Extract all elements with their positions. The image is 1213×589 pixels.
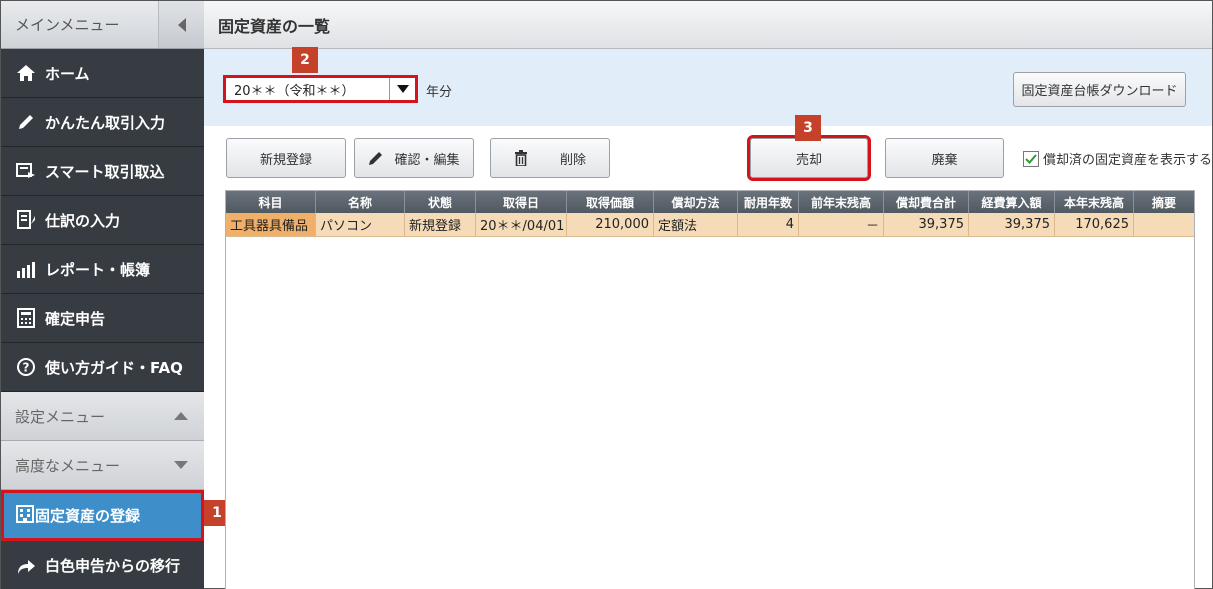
import-icon (15, 160, 37, 182)
column-header[interactable]: 名称 (316, 191, 405, 213)
building-icon (15, 504, 35, 528)
sidebar-item-reports[interactable]: レポート・帳簿 (1, 245, 204, 294)
cell-prev-balance: － (799, 213, 884, 236)
sidebar-item-journal[interactable]: 仕訳の入力 (1, 196, 204, 245)
cell-year-end-balance: 170,625 (1055, 213, 1134, 236)
chevron-down-icon (174, 461, 188, 469)
sidebar-item-tax-return[interactable]: 確定申告 (1, 294, 204, 343)
year-select-value: 20＊＊（令和＊＊） (234, 83, 355, 99)
sidebar-title: メインメニュー (15, 16, 120, 34)
button-label: 新規登録 (259, 152, 312, 168)
help-icon: ? (15, 356, 37, 378)
delete-button[interactable]: 削除 (490, 138, 610, 178)
sidebar-item-label: 仕訳の入力 (45, 211, 121, 230)
cell-memo (1134, 213, 1194, 236)
show-depreciated-checkbox[interactable] (1023, 150, 1039, 167)
cell-acquisition-cost: 210,000 (567, 213, 654, 236)
home-icon (15, 62, 37, 84)
sidebar-item-guide[interactable]: ? 使い方ガイド・FAQ (1, 343, 204, 392)
column-header[interactable]: 科目 (226, 191, 316, 213)
sidebar-item-home[interactable]: ホーム (1, 49, 204, 98)
checkmark-icon (1025, 153, 1037, 164)
cell-depreciation-method: 定額法 (654, 213, 738, 236)
sidebar-header: メインメニュー (1, 1, 204, 49)
column-header[interactable]: 耐用年数 (738, 191, 799, 213)
chevron-up-icon (174, 412, 188, 420)
calculator-icon (15, 307, 37, 329)
settings-menu-label: 設定メニュー (15, 407, 106, 426)
cell-status: 新規登録 (405, 213, 476, 236)
journal-icon (15, 209, 37, 231)
cell-name: パソコン (316, 213, 405, 236)
sidebar-item-label: 確定申告 (45, 309, 106, 328)
page-title: 固定資産の一覧 (204, 1, 1212, 49)
sidebar-item-label: かんたん取引入力 (45, 113, 166, 132)
cell-expense-amount: 39,375 (969, 213, 1055, 236)
cell-depreciation-total: 39,375 (884, 213, 969, 236)
column-header[interactable]: 取得価額 (567, 191, 654, 213)
step-badge-3: 3 (795, 115, 821, 141)
sidebar-item-fixed-assets[interactable]: 固定資産の登録 (1, 490, 204, 541)
column-header[interactable]: 前年末残高 (799, 191, 884, 213)
column-header[interactable]: 本年末残高 (1055, 191, 1134, 213)
table-header: 科目 名称 状態 取得日 取得価額 償却方法 耐用年数 前年末残高 償却費合計 … (226, 191, 1194, 213)
button-label: 確認・編集 (394, 152, 460, 168)
chart-icon (15, 258, 37, 280)
sidebar-item-label: 使い方ガイド・FAQ (45, 358, 183, 377)
dispose-button[interactable]: 廃棄 (885, 138, 1004, 178)
pencil-icon (369, 152, 383, 165)
cell-acquired-date: 20＊＊/04/01 (476, 213, 567, 236)
show-depreciated-toggle[interactable]: 償却済の固定資産を表示する (1023, 149, 1212, 168)
sell-button[interactable]: 売却 (747, 135, 871, 181)
step-badge-2: 2 (292, 47, 318, 73)
svg-text:?: ? (23, 361, 30, 375)
column-header[interactable]: 状態 (405, 191, 476, 213)
cell-account: 工具器具備品 (226, 213, 316, 236)
table-row[interactable]: 工具器具備品 パソコン 新規登録 20＊＊/04/01 210,000 定額法 … (226, 213, 1194, 237)
column-header[interactable]: 償却費合計 (884, 191, 969, 213)
sidebar-item-label: ホーム (45, 64, 90, 83)
fixed-assets-table: 科目 名称 状態 取得日 取得価額 償却方法 耐用年数 前年末残高 償却費合計 … (225, 190, 1195, 589)
column-header[interactable]: 取得日 (476, 191, 567, 213)
new-register-button[interactable]: 新規登録 (226, 138, 346, 178)
sidebar-collapse-button[interactable] (158, 1, 204, 48)
sidebar-item-label: 白色申告からの移行 (45, 557, 181, 575)
advanced-menu-label: 高度なメニュー (15, 456, 121, 475)
sidebar-advanced-menu[interactable]: 高度なメニュー (1, 441, 204, 490)
pencil-icon (15, 111, 37, 133)
year-suffix-label: 年分 (426, 85, 453, 100)
trash-icon (514, 150, 527, 166)
forward-arrow-icon (15, 555, 37, 577)
column-header[interactable]: 経費算入額 (969, 191, 1055, 213)
sidebar-item-label: 固定資産の登録 (35, 507, 141, 525)
sidebar-item-label: レポート・帳簿 (45, 260, 151, 279)
chevron-down-icon[interactable] (389, 78, 415, 100)
sidebar: メインメニュー ホーム かんたん取引入力 スマート取引取込 仕訳の入力 レポート… (1, 1, 204, 589)
button-label: 売却 (795, 152, 822, 168)
chevron-left-icon (177, 17, 186, 32)
button-label: 廃棄 (931, 152, 958, 168)
sidebar-item-migrate[interactable]: 白色申告からの移行 (1, 541, 204, 589)
sidebar-item-smart-import[interactable]: スマート取引取込 (1, 147, 204, 196)
year-select[interactable]: 20＊＊（令和＊＊） (223, 75, 418, 103)
show-depreciated-label: 償却済の固定資産を表示する (1043, 153, 1213, 168)
sidebar-item-easy-entry[interactable]: かんたん取引入力 (1, 98, 204, 147)
column-header[interactable]: 摘要 (1134, 191, 1194, 213)
cell-useful-life: 4 (738, 213, 799, 236)
sidebar-item-label: スマート取引取込 (45, 162, 165, 181)
sidebar-settings-menu[interactable]: 設定メニュー (1, 392, 204, 441)
button-label: 削除 (559, 152, 586, 168)
column-header[interactable]: 償却方法 (654, 191, 738, 213)
edit-button[interactable]: 確認・編集 (354, 138, 474, 178)
filter-bar: 20＊＊（令和＊＊） 年分 固定資産台帳ダウンロード (204, 49, 1212, 126)
download-ledger-button[interactable]: 固定資産台帳ダウンロード (1013, 72, 1186, 107)
